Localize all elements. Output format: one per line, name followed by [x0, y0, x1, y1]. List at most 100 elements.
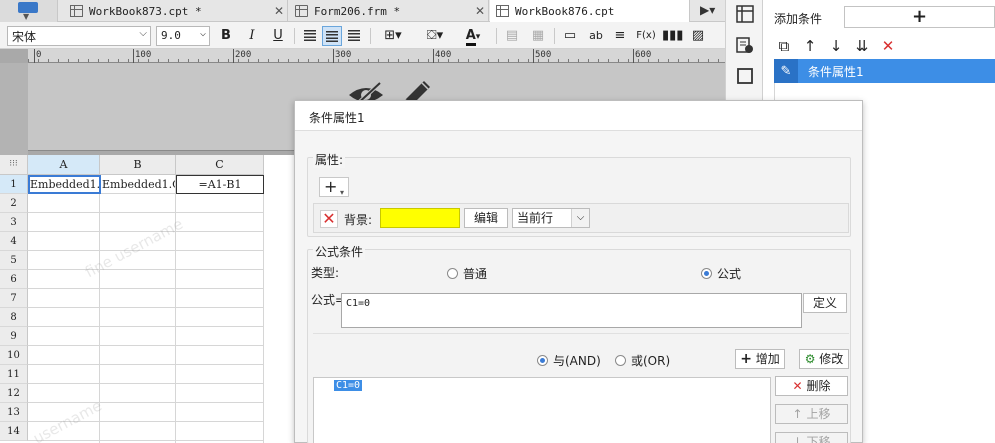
background-label: 背景: — [344, 213, 373, 227]
row-header[interactable]: 6 — [0, 270, 28, 289]
background-color-swatch[interactable] — [380, 208, 460, 228]
add-condition-button[interactable]: + — [844, 6, 995, 28]
logic-or-radio[interactable]: 或(OR) — [615, 352, 670, 369]
arrow-down-icon[interactable]: ↓ — [826, 36, 846, 58]
cell-a1[interactable]: Embedded1.G — [28, 175, 101, 194]
merge-cells-button[interactable]: ▤ — [502, 26, 522, 46]
formula-input[interactable]: C1=0 — [341, 293, 802, 328]
delete-icon[interactable]: ✕ — [878, 36, 898, 58]
row-header[interactable]: 13 — [0, 403, 28, 422]
condition-list-toolbar: ⧉ ↑ ↓ ⇊ ✕ — [774, 36, 898, 58]
column-header-a[interactable]: A — [28, 155, 100, 175]
close-icon[interactable]: ✕ — [271, 4, 287, 18]
cell-c1[interactable]: =A1-B1 — [176, 175, 264, 194]
font-family-select[interactable]: 宋体 ⌵ — [7, 26, 151, 46]
move-down-button[interactable]: ↓ 下移 — [775, 432, 848, 443]
edit-button[interactable]: 编辑 — [464, 208, 508, 228]
add-attribute-button[interactable]: + ▾ — [319, 177, 349, 197]
type-formula-radio[interactable]: 公式 — [701, 265, 741, 282]
row-header[interactable]: 11 — [0, 365, 28, 384]
font-color-button[interactable]: A▾ — [456, 26, 490, 46]
condition-expression-item[interactable]: C1=0 — [334, 380, 363, 391]
row-header[interactable]: 12 — [0, 384, 28, 403]
tab-form206[interactable]: Form206.frm * ✕ — [289, 0, 489, 22]
delete-button[interactable]: ✕ 删除 — [775, 376, 848, 396]
logic-and-radio[interactable]: 与(AND) — [537, 352, 601, 369]
formula-condition-label: 公式条件 — [313, 243, 366, 260]
cell-b1[interactable]: Embedded1.G( — [102, 175, 175, 194]
cell-area[interactable] — [28, 175, 264, 443]
insert-cell-button[interactable]: ▭ — [560, 26, 580, 46]
attribute-group-label: 属性: — [313, 151, 346, 168]
fill-color-button[interactable]: ⛋▾ — [418, 26, 452, 46]
condition-list-item[interactable]: ✎ 条件属性1 — [774, 59, 995, 83]
gear-icon: ⚙ — [804, 352, 816, 366]
ruler: 0 100 200 300 400 500 600 — [0, 49, 725, 63]
formula-button[interactable]: F(x) — [634, 26, 658, 46]
column-header-b[interactable]: B — [100, 155, 176, 175]
toolbar-divider — [496, 28, 497, 44]
underline-button[interactable]: U — [268, 26, 288, 46]
condition-attribute-icon[interactable] — [736, 36, 754, 54]
row-header[interactable]: 14 — [0, 422, 28, 441]
row-header[interactable]: 1 — [0, 175, 28, 194]
tab-overflow-menu-icon[interactable]: ▶▾ — [700, 3, 715, 17]
cell-element-icon: ▭ — [563, 28, 577, 43]
condition-attribute-dialog: 条件属性1 属性: + ▾ ✕ 背景: 编辑 当前行 ⌵ 公式条件 类型: 普通 … — [294, 100, 863, 443]
arrow-up-icon[interactable]: ↑ — [800, 36, 820, 58]
row-header[interactable]: 9 — [0, 327, 28, 346]
text-element-button[interactable]: ab — [586, 26, 606, 46]
widget-square-icon[interactable] — [736, 67, 754, 85]
bold-button[interactable]: B — [216, 26, 236, 46]
row-header[interactable]: 5 — [0, 251, 28, 270]
sort-down-icon[interactable]: ⇊ — [852, 36, 872, 58]
row-header[interactable]: 4 — [0, 232, 28, 251]
align-right-icon — [348, 30, 360, 41]
move-up-button[interactable]: ↑ 上移 — [775, 404, 848, 424]
type-label: 类型: — [311, 266, 340, 280]
rich-text-button[interactable]: ≡ — [610, 26, 630, 46]
arrow-down-icon: ↓ — [792, 435, 803, 443]
font-color-icon: A — [465, 28, 476, 46]
chevron-down-icon: ▼ — [23, 12, 30, 21]
tab-workbook873[interactable]: WorkBook873.cpt * ✕ — [64, 0, 288, 22]
toolbar-divider — [294, 28, 295, 44]
close-icon[interactable]: ✕ — [472, 4, 488, 18]
column-header-c[interactable]: C — [176, 155, 264, 175]
type-normal-radio[interactable]: 普通 — [447, 265, 487, 282]
condition-expression-list[interactable]: C1=0 — [313, 377, 771, 443]
workbook-icon — [496, 5, 509, 17]
insert-image-button[interactable]: ▨ — [688, 26, 708, 46]
font-size-select[interactable]: 9.0 ⌵ — [156, 26, 210, 46]
insert-chart-button[interactable]: ▮▮▮ — [662, 26, 683, 46]
paint-bucket-icon: ⛋▾ — [426, 28, 444, 43]
select-all-corner[interactable]: ⁝⁝⁝ — [0, 155, 28, 175]
align-left-button[interactable] — [300, 26, 320, 46]
add-condition-button[interactable]: + 增加 — [735, 349, 785, 369]
app-menu-button[interactable]: ▼ — [0, 0, 58, 22]
split-cells-button[interactable]: ▦ — [528, 26, 548, 46]
chevron-down-icon: ⌵ — [199, 28, 206, 39]
panel-title: 添加条件 — [774, 12, 823, 26]
tab-workbook876[interactable]: WorkBook876.cpt — [490, 0, 690, 22]
modify-button[interactable]: ⚙ 修改 — [799, 349, 849, 369]
row-header[interactable]: 8 — [0, 308, 28, 327]
copy-icon[interactable]: ⧉ — [774, 36, 794, 58]
row-header[interactable]: 10 — [0, 346, 28, 365]
row-header[interactable]: 2 — [0, 194, 28, 213]
toolbar-divider — [554, 28, 555, 44]
define-button[interactable]: 定义 — [803, 293, 847, 313]
remove-attribute-icon[interactable]: ✕ — [320, 210, 338, 228]
align-right-button[interactable] — [344, 26, 364, 46]
image-icon: ▨ — [691, 28, 705, 43]
arrow-up-icon: ↑ — [792, 407, 803, 421]
italic-button[interactable]: I — [242, 26, 262, 46]
align-center-button[interactable] — [322, 26, 342, 46]
row-header[interactable]: 7 — [0, 289, 28, 308]
cell-attribute-icon[interactable] — [736, 5, 754, 23]
plus-icon: + — [740, 351, 752, 367]
scope-select[interactable]: 当前行 ⌵ — [512, 208, 590, 228]
row-header[interactable]: 3 — [0, 213, 28, 232]
split-cells-icon: ▦ — [531, 28, 545, 43]
border-button[interactable]: ⊞▾ — [376, 26, 410, 46]
